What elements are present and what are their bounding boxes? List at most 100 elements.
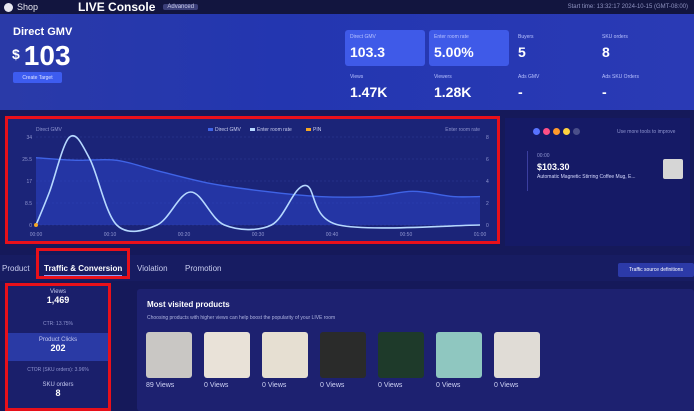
- left-axis-title: Direct GMV: [36, 127, 63, 133]
- ctor-stat: CTOR (SKU orders): 3.96%: [8, 367, 108, 373]
- improve-hint[interactable]: Use more tools to improve: [617, 129, 675, 135]
- y-right-tick: 6: [486, 157, 489, 163]
- most-visited-section: Most visited products Choosing products …: [137, 289, 694, 411]
- product-views: 0 Views: [436, 382, 461, 389]
- x-tick: 00:10: [104, 232, 117, 238]
- product-thumbnail[interactable]: [494, 332, 540, 378]
- top-bar: Shop LIVE Console Advanced Start time: 1…: [0, 0, 694, 14]
- most-visited-title: Most visited products: [147, 300, 230, 309]
- metric-value: 103.3: [350, 44, 386, 60]
- metric-card[interactable]: Ads GMV -: [513, 70, 593, 106]
- product-thumbnail[interactable]: [146, 332, 192, 378]
- product-thumbnail[interactable]: [378, 332, 424, 378]
- most-visited-desc: Choosing products with higher views can …: [147, 315, 336, 321]
- product-thumbnail[interactable]: [436, 332, 482, 378]
- start-time: Start time: 13:32:17 2024-10-15 (GMT-08:…: [567, 4, 688, 10]
- tab-product[interactable]: Product: [2, 264, 30, 273]
- metric-label: Ads GMV: [518, 74, 540, 80]
- metric-card[interactable]: SKU orders 8: [597, 30, 677, 66]
- product-thumbnail[interactable]: [262, 332, 308, 378]
- gmv-label: Direct GMV: [13, 26, 73, 38]
- product-views: 0 Views: [262, 382, 287, 389]
- metric-value: 1.47K: [350, 84, 388, 100]
- y-left-tick: 8.5: [25, 201, 32, 207]
- metric-label: Buyers: [518, 34, 534, 40]
- pin-time: 00:00: [537, 153, 550, 159]
- metric-label: Viewers: [434, 74, 452, 80]
- timeline-line: [527, 151, 528, 191]
- currency-symbol: $: [12, 46, 20, 62]
- ctr-stat: CTR: 13.75%: [8, 321, 108, 327]
- tool-icons: [533, 128, 580, 135]
- metric-card[interactable]: Viewers 1.28K: [429, 70, 509, 106]
- metric-label: Direct GMV: [350, 34, 376, 40]
- tiktok-logo-icon: [4, 2, 13, 12]
- metric-card[interactable]: Enter room rate 5.00%: [429, 30, 509, 66]
- tab-violation[interactable]: Violation: [137, 264, 168, 273]
- legend-swatch: [306, 128, 311, 131]
- right-axis-title: Enter room rate: [445, 127, 480, 133]
- x-tick: 00:30: [252, 232, 265, 238]
- tab-highlight-box: [36, 248, 130, 279]
- legend-label: Direct GMV: [215, 127, 242, 133]
- metric-card[interactable]: Views 1.47K: [345, 70, 425, 106]
- y-left-tick: 17: [26, 179, 32, 185]
- tab-promotion[interactable]: Promotion: [185, 264, 221, 273]
- clicks-value: 202: [50, 343, 66, 353]
- metric-value: 5.00%: [434, 44, 474, 60]
- gmv-number: 103: [23, 40, 71, 71]
- views-stat[interactable]: Views 1,469: [8, 289, 108, 319]
- advanced-badge[interactable]: Advanced: [163, 4, 199, 10]
- metric-value: -: [518, 84, 523, 100]
- y-left-tick: 0: [29, 223, 32, 229]
- product-clicks-stat[interactable]: Product Clicks 202: [8, 333, 108, 361]
- pin-price: $103.30: [537, 162, 570, 172]
- y-right-tick: 2: [486, 201, 489, 207]
- sku-orders-stat[interactable]: SKU orders 8: [8, 382, 108, 398]
- metric-card[interactable]: Buyers 5: [513, 30, 593, 66]
- tool-blue-icon[interactable]: [533, 128, 540, 135]
- views-value: 1,469: [46, 295, 70, 305]
- metric-label: SKU orders: [602, 34, 628, 40]
- product-thumbnail[interactable]: [320, 332, 366, 378]
- metric-label: Ads SKU Orders: [602, 74, 639, 80]
- pin-marker: [34, 223, 38, 227]
- pin-product-thumbnail[interactable]: [663, 159, 683, 179]
- tool-yellow-icon[interactable]: [563, 128, 570, 135]
- traffic-source-definitions-button[interactable]: Traffic source definitions: [618, 263, 694, 277]
- metric-value: 5: [518, 44, 526, 60]
- y-right-tick: 0: [486, 223, 489, 229]
- product-views: 89 Views: [146, 382, 175, 389]
- metric-card[interactable]: Direct GMV 103.3: [345, 30, 425, 66]
- x-tick: 00:50: [400, 232, 413, 238]
- x-tick: 01:00: [474, 232, 487, 238]
- y-left-tick: 25.5: [22, 157, 32, 163]
- pin-product-title[interactable]: Automatic Magnetic Stirring Coffee Mug, …: [537, 174, 636, 180]
- y-right-tick: 4: [486, 179, 489, 185]
- tool-orange-icon[interactable]: [553, 128, 560, 135]
- product-views: 0 Views: [320, 382, 345, 389]
- x-tick: 00:40: [326, 232, 339, 238]
- product-views: 0 Views: [494, 382, 519, 389]
- metric-label: Enter room rate: [434, 34, 469, 40]
- x-tick: 00:20: [178, 232, 191, 238]
- console-title: LIVE Console: [78, 0, 156, 14]
- funnel-stats: Views 1,469 CTR: 13.75% Product Clicks 2…: [5, 283, 111, 411]
- shop-label: Shop: [17, 2, 39, 12]
- legend-label: Enter room rate: [257, 127, 292, 133]
- create-target-button[interactable]: Create Target: [13, 72, 62, 83]
- product-pin-panel: Use more tools to improve 00:00 $103.30 …: [505, 118, 690, 246]
- product-views: 0 Views: [204, 382, 229, 389]
- metric-value: 8: [602, 44, 610, 60]
- legend-swatch: [250, 128, 255, 131]
- y-right-tick: 8: [486, 135, 489, 141]
- metric-label: Views: [350, 74, 364, 80]
- sku-value: 8: [55, 388, 61, 398]
- metric-card[interactable]: Ads SKU Orders -: [597, 70, 677, 106]
- product-views: 0 Views: [378, 382, 403, 389]
- product-thumbnail[interactable]: [204, 332, 250, 378]
- tool-more-icon[interactable]: [573, 128, 580, 135]
- tool-pink-icon[interactable]: [543, 128, 550, 135]
- metric-value: 1.28K: [434, 84, 472, 100]
- legend-swatch: [208, 128, 213, 131]
